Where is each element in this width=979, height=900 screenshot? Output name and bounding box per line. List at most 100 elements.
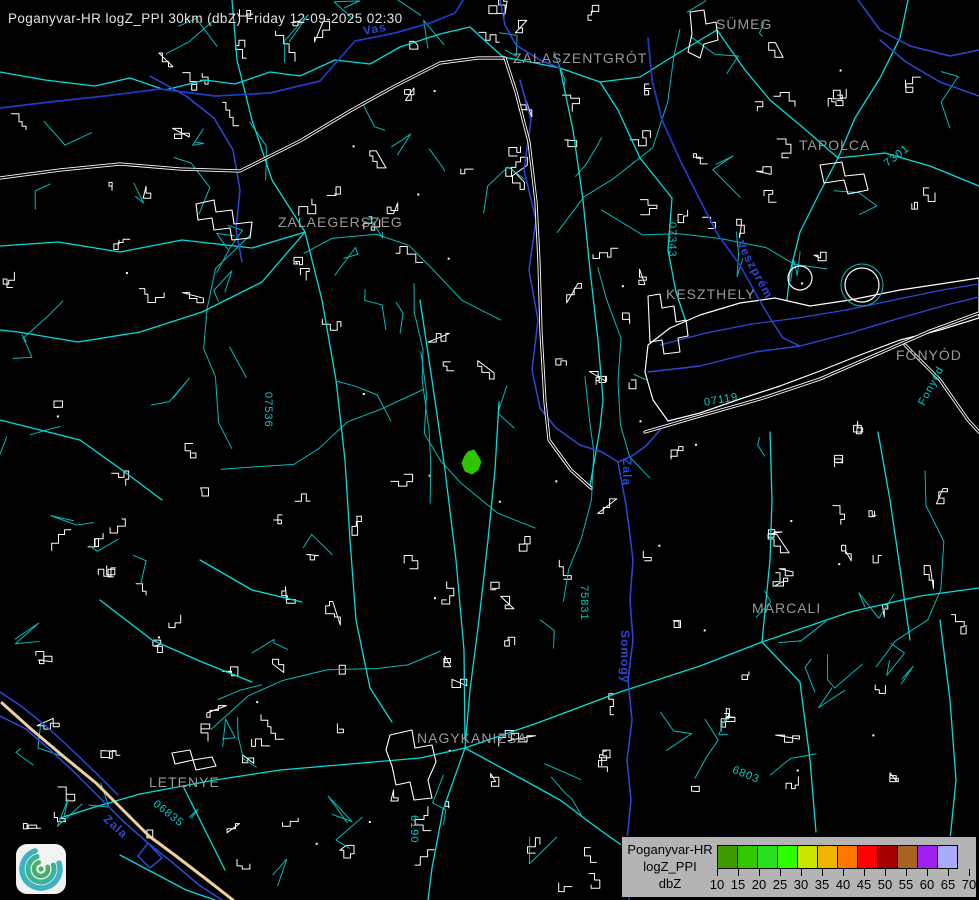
village-dot [555,480,557,482]
village-outline [428,333,449,342]
minor-road [396,302,403,333]
village-outline [58,787,75,801]
minor-road [901,666,913,684]
village-outline [274,515,282,524]
minor-road [328,796,352,823]
legend-cell-20 [757,845,778,869]
minor-road [214,271,232,301]
village-outline [443,362,454,371]
major-road [183,786,225,870]
village-outline [814,252,826,260]
village-dot [256,701,258,703]
village-outline [391,474,413,486]
village-outline [237,859,250,869]
village-outline [776,735,800,742]
minor-road [551,777,581,815]
village-outline [491,582,499,590]
major-road [428,748,465,900]
village-outline [294,257,303,264]
village-outline [299,199,316,215]
legend-tick [864,869,865,876]
village-outline [315,21,330,42]
river [618,462,633,900]
village-outline [737,219,745,237]
village-outline [491,774,499,787]
spiral-center-dot [38,866,45,873]
village-outline [326,602,341,626]
legend-tick [780,869,781,876]
village-dot [790,520,792,522]
major-road [0,27,503,90]
village-dot [316,843,318,845]
legend-tick [948,869,949,876]
legend-cell-55 [897,845,918,869]
village-outline [405,88,414,100]
village-outline [869,511,876,517]
village-outline [842,545,852,561]
minor-road [334,1,360,19]
legend-cell-15 [737,845,758,869]
dbz-legend: Poganyvar-HR logZ_PPI dbZ 10152025303540… [621,836,977,898]
village-outline [207,706,227,718]
village-dot [639,420,641,422]
village-outline [593,248,618,258]
village-outline [110,519,125,533]
village-outline [307,555,319,560]
legend-cell-35 [817,845,838,869]
village-outline [337,724,343,733]
village-outline [786,777,798,789]
minor-road [15,623,39,644]
river [0,692,118,795]
minor-road [756,591,770,617]
village-outline [276,31,295,61]
village-outline [173,128,190,138]
minor-road [367,0,421,15]
minor-road [211,651,440,729]
minor-road [691,37,738,74]
legend-cell-50 [877,845,898,869]
village-outline [506,168,525,190]
village-outline [924,188,935,202]
village-outline [159,53,173,67]
village-outline [185,444,196,458]
village-outline [139,289,164,303]
minor-road [484,167,525,213]
village-dot [158,636,160,638]
minor-road [660,712,691,750]
village-outline [951,615,966,634]
village-outline [756,167,771,175]
village-outline [598,499,617,514]
legend-tick-label: 70 [956,877,979,892]
county-boundary-vas [0,0,463,108]
major-road [560,30,717,82]
village-outline [769,43,783,58]
legend-tick [885,869,886,876]
village-dot [499,501,501,503]
village-outline [600,750,611,766]
legend-tick [801,869,802,876]
village-outline [52,530,71,551]
minor-road [695,719,718,778]
minor-road [151,378,189,405]
major-road [762,588,979,642]
village-dot [695,444,697,446]
village-outline [873,555,881,563]
minor-road [433,775,446,825]
village-outline [906,77,921,92]
village-outline [641,200,657,215]
minor-road [23,301,63,338]
major-road [183,748,465,786]
village-dot [417,194,419,196]
radar-provider-logo[interactable] [16,844,66,894]
village-outline [692,786,700,791]
village-outline [833,89,846,99]
village-outline [23,824,40,829]
village-outline [442,582,454,604]
village-outline [327,187,340,196]
village-outline [609,694,614,715]
village-outline [136,584,146,595]
minor-road [273,859,287,886]
major-road [80,440,162,500]
minor-road [540,620,554,648]
village-dot [363,393,365,395]
